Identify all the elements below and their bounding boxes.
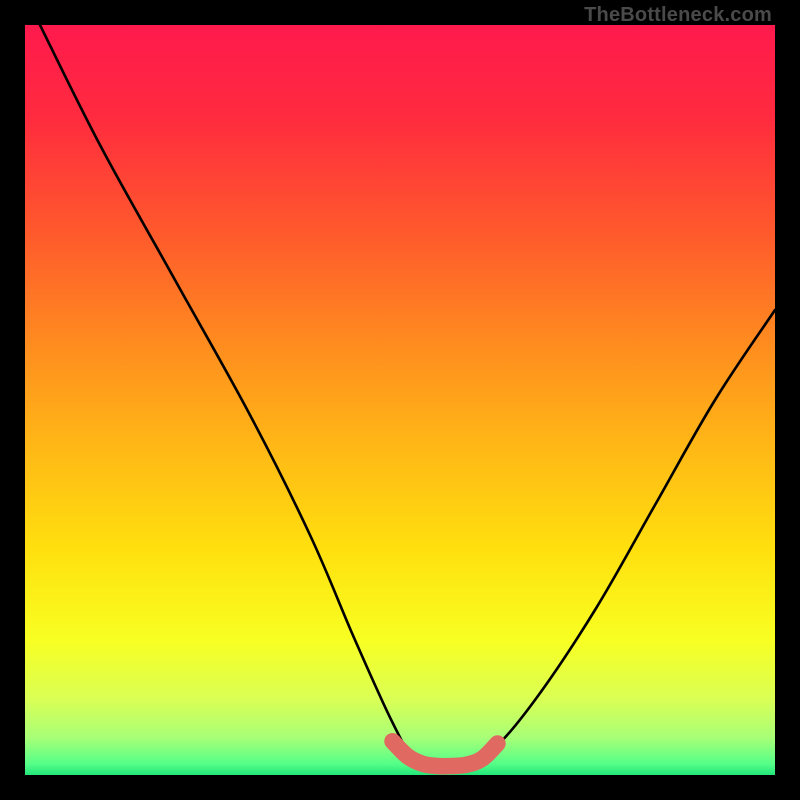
plot-area xyxy=(25,25,775,775)
optimal-band-marker xyxy=(393,741,498,766)
chart-svg xyxy=(25,25,775,775)
watermark-text: TheBottleneck.com xyxy=(584,4,772,27)
chart-frame: TheBottleneck.com xyxy=(0,0,800,800)
bottleneck-curve xyxy=(40,25,775,769)
